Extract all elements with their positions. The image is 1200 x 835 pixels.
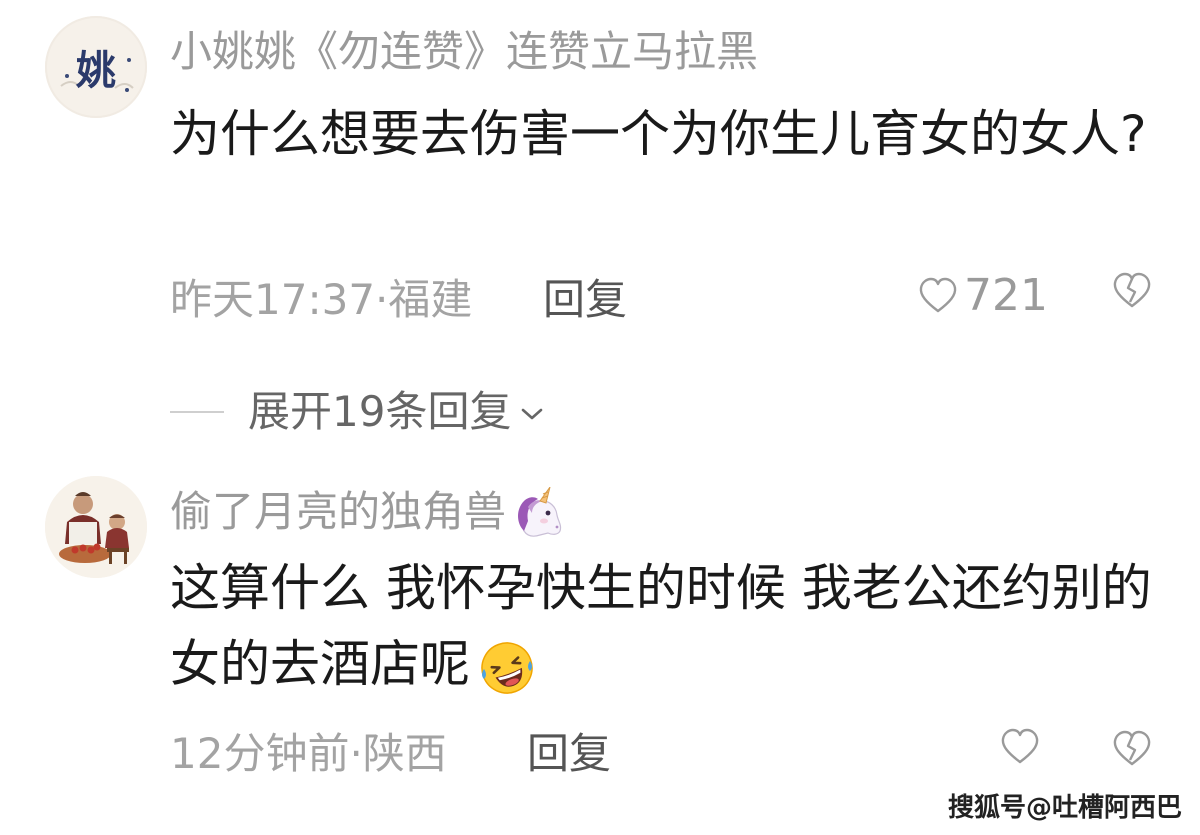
broken-heart-icon xyxy=(1113,272,1151,308)
avatar-image xyxy=(45,476,147,578)
expand-replies-label: 展开19条回复 xyxy=(248,387,512,436)
expand-divider xyxy=(170,411,224,413)
rolling-on-floor-laughing-icon xyxy=(478,639,536,697)
avatar-image: 姚 xyxy=(45,16,147,118)
username[interactable]: 小姚姚《勿连赞》连赞立马拉黑 xyxy=(170,24,758,80)
expand-replies-button[interactable]: 展开19条回复 xyxy=(170,384,545,440)
unicorn-icon xyxy=(510,486,568,543)
avatar[interactable]: 姚 xyxy=(45,16,147,118)
like-count: 721 xyxy=(964,270,1048,321)
comment-item: 姚 小姚姚《勿连赞》连赞立马拉黑 为什么想要去伤害一个为你生儿育女的女人? 昨天… xyxy=(0,0,1200,360)
avatar-letter: 姚 xyxy=(75,47,116,94)
comment-text: 为什么想要去伤害一个为你生儿育女的女人? xyxy=(170,105,1147,163)
reply-button[interactable]: 回复 xyxy=(543,272,627,328)
dislike-button[interactable] xyxy=(1112,272,1152,314)
comment-text-body: 这算什么 我怀孕快生的时候 我老公还约别的女的去酒店呢 xyxy=(170,559,1152,693)
comment-meta: 昨天17:37·福建 xyxy=(170,275,473,324)
broken-heart-icon xyxy=(1113,730,1151,766)
chevron-down-icon xyxy=(522,408,543,420)
like-button[interactable] xyxy=(1000,728,1046,766)
watermark: 搜狐号@吐槽阿西巴 xyxy=(947,793,1182,823)
comment-item: 偷了月亮的独角兽 这算什么 我怀孕快生的时候 我老公还约别的女的去酒店呢 12分… xyxy=(0,470,1200,800)
comment-meta: 12分钟前·陕西 xyxy=(170,729,447,778)
heart-outline-icon xyxy=(919,277,957,313)
dislike-button[interactable] xyxy=(1112,730,1152,772)
username[interactable]: 偷了月亮的独角兽 xyxy=(170,484,568,543)
reply-button[interactable]: 回复 xyxy=(527,726,611,782)
like-button[interactable]: 721 xyxy=(918,268,1048,324)
heart-outline-icon xyxy=(1001,728,1039,764)
username-text: 偷了月亮的独角兽 xyxy=(170,487,507,536)
comment-text: 这算什么 我怀孕快生的时候 我老公还约别的女的去酒店呢 xyxy=(170,550,1160,702)
avatar[interactable] xyxy=(45,476,147,578)
